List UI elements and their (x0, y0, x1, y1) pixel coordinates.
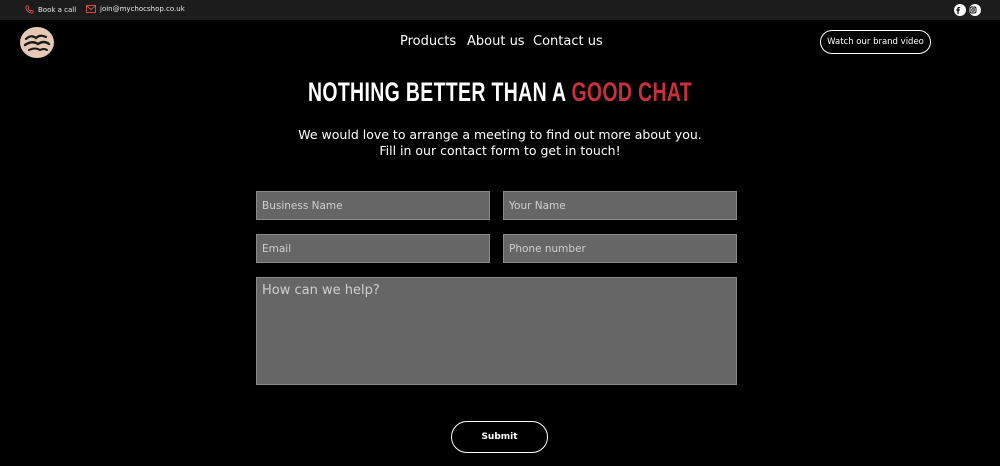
email-field[interactable] (256, 234, 490, 263)
intro-line-1: We would love to arrange a meeting to fi… (298, 127, 702, 142)
email-label: join@mychocshop.co.uk (100, 5, 185, 13)
logo-mark-icon (23, 34, 51, 51)
nav-about-us[interactable]: About us (467, 34, 525, 49)
intro-text: We would love to arrange a meeting to fi… (0, 127, 1000, 158)
nav-products[interactable]: Products (400, 34, 456, 49)
headline-accent: GOOD CHAT (571, 77, 693, 107)
intro-line-2: Fill in our contact form to get in touch… (379, 142, 621, 158)
mail-icon (86, 5, 96, 13)
phone-icon (25, 5, 34, 14)
submit-button[interactable]: Submit (451, 421, 548, 453)
instagram-icon[interactable] (969, 4, 981, 16)
headline-main: NOTHING BETTER THAN A (307, 77, 572, 107)
social-links (954, 4, 981, 16)
email-link[interactable]: join@mychocshop.co.uk (86, 5, 185, 13)
page-headline: NOTHING BETTER THAN A GOOD CHAT (140, 77, 860, 108)
business-name-field[interactable] (256, 191, 490, 220)
facebook-icon[interactable] (954, 4, 966, 16)
nav-contact-us[interactable]: Contact us (533, 34, 603, 49)
message-field[interactable] (256, 277, 737, 385)
top-bar: Book a call join@mychocshop.co.uk (0, 0, 1000, 20)
phone-number-field[interactable] (503, 234, 737, 263)
book-call-link[interactable]: Book a call (25, 5, 76, 14)
watch-brand-video-button[interactable]: Watch our brand video (820, 30, 931, 54)
your-name-field[interactable] (503, 191, 737, 220)
brand-logo[interactable] (20, 27, 54, 58)
book-call-label: Book a call (38, 5, 77, 14)
